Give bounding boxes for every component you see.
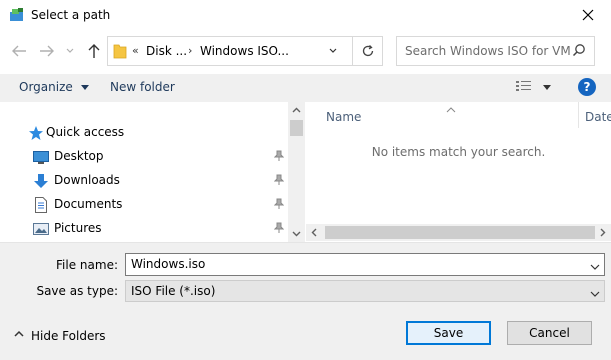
arrow-right-icon [40, 45, 54, 57]
chevron-down-icon [329, 48, 337, 53]
scroll-down-arrow-icon [292, 231, 301, 237]
desktop-icon [33, 149, 49, 165]
scroll-left-arrow-icon [311, 228, 317, 237]
file-list-pane: Name Date No items match your search. [306, 102, 611, 242]
back-button[interactable] [8, 40, 30, 62]
column-divider[interactable] [578, 102, 579, 128]
pin-icon[interactable] [273, 150, 285, 165]
file-name-input[interactable]: Windows.iso [125, 253, 605, 276]
chevron-down-icon [66, 48, 74, 53]
title-bar: Select a path [0, 0, 611, 30]
search-icon[interactable] [572, 43, 586, 60]
column-header-name[interactable]: Name [326, 110, 361, 124]
save-as-type-label: Save as type: [36, 284, 118, 298]
file-name-label: File name: [56, 258, 118, 272]
download-arrow-icon [33, 173, 49, 189]
recent-locations-button[interactable] [62, 40, 78, 62]
file-name-value: Windows.iso [131, 257, 206, 271]
help-icon[interactable]: ? [578, 78, 596, 96]
sidebar-item-label: Downloads [54, 173, 120, 187]
scrollbar-thumb[interactable] [325, 226, 595, 239]
scroll-up-arrow-icon [292, 107, 301, 113]
scrollbar-thumb[interactable] [290, 120, 303, 136]
organize-label: Organize [19, 80, 73, 94]
close-icon [582, 9, 594, 21]
chevron-down-icon[interactable] [590, 286, 600, 300]
window-title: Select a path [31, 8, 111, 22]
column-header-date[interactable]: Date [585, 110, 611, 124]
breadcrumb-windows-iso[interactable]: Windows ISO... [200, 44, 289, 58]
search-placeholder: Search Windows ISO for VM [405, 44, 571, 58]
change-view-button[interactable] [515, 79, 551, 96]
folder-icon [113, 43, 127, 62]
close-button[interactable] [565, 0, 611, 30]
save-as-type-select[interactable]: ISO File (*.iso) [125, 280, 605, 302]
scroll-right-arrow-icon [600, 228, 606, 237]
organize-button[interactable]: Organize [19, 80, 89, 94]
command-bar: Organize New folder ? [0, 74, 611, 102]
chevron-up-icon[interactable] [14, 327, 24, 341]
pictures-icon [33, 221, 49, 237]
caret-down-icon [542, 85, 551, 90]
refresh-button[interactable] [352, 37, 382, 65]
app-icon [9, 7, 25, 23]
sidebar-item-desktop[interactable]: Desktop [0, 145, 288, 169]
new-folder-button[interactable]: New folder [110, 80, 175, 94]
sort-ascending-icon [446, 102, 456, 116]
details-view-icon [516, 81, 531, 91]
sidebar-item-pictures[interactable]: Pictures [0, 217, 288, 241]
breadcrumb-disk[interactable]: Disk ... [146, 44, 187, 58]
breadcrumb-separator-icon[interactable]: › [188, 44, 192, 57]
caret-down-icon [80, 85, 89, 90]
address-dropdown-button[interactable] [322, 37, 344, 65]
refresh-icon [362, 45, 373, 57]
arrow-left-icon [12, 45, 26, 57]
overflow-chevron-icon[interactable]: « [132, 44, 139, 57]
pin-icon[interactable] [273, 198, 285, 213]
cancel-button[interactable]: Cancel [507, 321, 592, 345]
sidebar-item-label: Documents [54, 197, 123, 211]
forward-button[interactable] [36, 40, 58, 62]
hide-folders-button[interactable]: Hide Folders [31, 329, 106, 343]
pin-icon[interactable] [273, 174, 285, 189]
address-bar[interactable]: « Disk ... › Windows ISO... [107, 36, 383, 66]
star-icon [28, 125, 44, 141]
save-as-type-value: ISO File (*.iso) [131, 284, 216, 298]
up-button[interactable] [83, 40, 105, 62]
sidebar-item-downloads[interactable]: Downloads [0, 169, 288, 193]
save-dialog: Select a path « Disk ... › Windows ISO..… [0, 0, 611, 360]
chevron-down-icon[interactable] [590, 259, 600, 273]
arrow-up-icon [88, 44, 100, 58]
sidebar-item-label: Desktop [54, 149, 104, 163]
document-icon [33, 197, 49, 213]
horizontal-scrollbar[interactable] [306, 224, 611, 241]
navigation-scrollbar[interactable] [288, 102, 305, 242]
pin-icon[interactable] [273, 222, 285, 237]
sidebar-item-documents[interactable]: Documents [0, 193, 288, 217]
sidebar-item-label: Quick access [46, 125, 125, 139]
save-button[interactable]: Save [406, 321, 491, 345]
sidebar-item-label: Pictures [54, 221, 102, 235]
sidebar-item-quick-access[interactable]: Quick access [0, 121, 288, 145]
search-input[interactable]: Search Windows ISO for VM [396, 36, 595, 66]
empty-message: No items match your search. [371, 145, 546, 159]
navigation-pane: Quick access Desktop Downloads Documents… [0, 102, 305, 242]
